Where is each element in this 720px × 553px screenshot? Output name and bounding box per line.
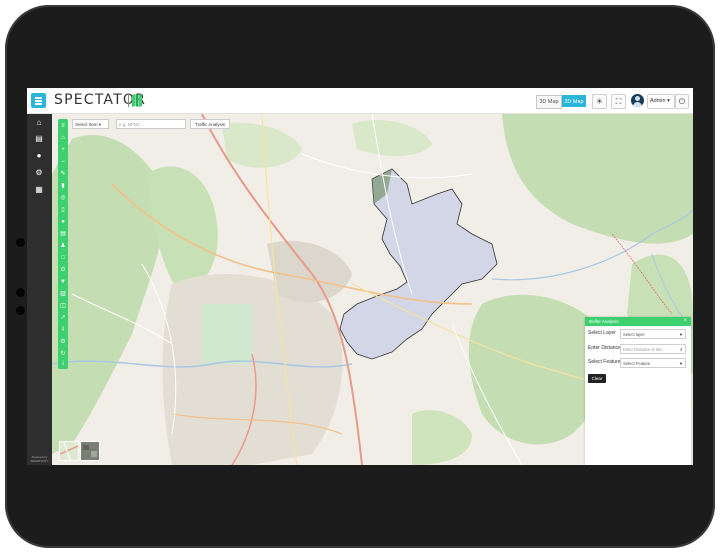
traffic-analysis-button[interactable]: Traffic Analysis — [190, 119, 230, 129]
stepper-icon[interactable]: ⇕ — [680, 345, 683, 355]
clear-button[interactable]: Clear — [588, 374, 606, 383]
analytics-icon[interactable]: ▦ — [34, 185, 44, 195]
view-2d-map-button[interactable]: 2D Map — [562, 95, 586, 107]
zoom-in-icon[interactable]: + — [59, 146, 67, 154]
buffer-analysis-title: Buffer Analysis — [589, 319, 619, 324]
zoom-out-icon[interactable]: − — [59, 158, 67, 166]
buffer-analysis-panel: Buffer Analysis × Select Layer Select la… — [585, 317, 691, 465]
left-sidebar: ⌂ ▤ ● ⚙ ▦ Powered by SMARTICITY — [27, 114, 52, 465]
identify-icon[interactable]: ● — [59, 218, 67, 226]
logo-divider — [128, 94, 129, 107]
map-tool-strip: ≡ ⌂ + − ✎ ▮ ◎ ▯ ● ▤ ♟ □ ⊙ ▼ ▥ ◫ ↗ ⇩ ⚙ ↻ … — [58, 119, 68, 369]
user-name: Admin — [650, 98, 666, 104]
select-feature-dropdown[interactable]: Select Feature ▼ — [620, 358, 686, 368]
settings-icon[interactable]: ⚙ — [34, 168, 44, 178]
export-icon[interactable]: ⇩ — [59, 326, 67, 334]
tablet-camera-dot — [16, 306, 25, 315]
logo-map-icon — [132, 94, 142, 107]
chevron-down-icon: ▼ — [679, 361, 683, 366]
select-layer-dropdown[interactable]: Select layer ▼ — [620, 329, 686, 339]
basemap-satellite-thumbnail[interactable] — [80, 441, 100, 461]
buffer-tool-icon[interactable]: ⊙ — [59, 266, 67, 274]
distance-input[interactable]: Enter Distance in Me... ⇕ — [620, 344, 686, 354]
select-item-label: Select Item — [75, 122, 98, 127]
report-icon[interactable]: ▤ — [34, 134, 44, 144]
print-icon[interactable]: ▯ — [59, 206, 67, 214]
fullscreen-icon[interactable]: ⛶ — [611, 94, 626, 109]
app-screen: SPECTATOR 3D Map 2D Map ☀ ⛶ Admin ▾ ⏻ ⌂ … — [27, 88, 693, 465]
close-icon[interactable]: × — [683, 317, 687, 326]
map-canvas[interactable]: ≡ ⌂ + − ✎ ▮ ◎ ▯ ● ▤ ♟ □ ⊙ ▼ ▥ ◫ ↗ ⇩ ⚙ ↻ … — [52, 114, 693, 465]
feature-tool-icon[interactable]: □ — [59, 254, 67, 262]
home-icon[interactable]: ⌂ — [34, 118, 44, 128]
view-3d-map-button[interactable]: 3D Map — [536, 95, 562, 109]
buffer-analysis-header: Buffer Analysis × — [585, 317, 691, 326]
user-avatar[interactable] — [631, 94, 644, 107]
select-layer-value: Select layer — [623, 332, 645, 337]
info-icon[interactable]: ● — [34, 151, 44, 161]
tablet-camera-dot — [16, 288, 25, 297]
hamburger-menu-button[interactable] — [31, 93, 46, 108]
distance-placeholder: Enter Distance in Me... — [623, 347, 666, 352]
map-search-input[interactable] — [116, 119, 186, 129]
filter-icon[interactable]: ▼ — [59, 278, 67, 286]
measure-icon[interactable]: ▮ — [59, 182, 67, 190]
info-tool-icon[interactable]: i — [59, 360, 67, 368]
brightness-icon[interactable]: ☀ — [592, 94, 607, 109]
home-extent-icon[interactable]: ⌂ — [59, 134, 67, 142]
draw-icon[interactable]: ✎ — [59, 170, 67, 178]
powered-by-footer: Powered by SMARTICITY — [30, 455, 49, 463]
basemap-street-thumbnail[interactable] — [59, 441, 79, 461]
select-item-dropdown[interactable]: Select Item ▾ — [72, 119, 109, 129]
distance-label: Enter Distance — [588, 345, 621, 351]
share-icon[interactable]: ↗ — [59, 314, 67, 322]
power-icon[interactable]: ⏻ — [675, 94, 689, 109]
select-layer-label: Select Layer — [588, 330, 616, 336]
tablet-camera-dot — [16, 238, 25, 247]
layers-icon[interactable]: ≡ — [59, 122, 67, 130]
overlay-icon[interactable]: ◫ — [59, 302, 67, 310]
user-dropdown[interactable]: Admin ▾ — [647, 94, 675, 109]
top-bar: SPECTATOR 3D Map 2D Map ☀ ⛶ Admin ▾ ⏻ — [27, 88, 693, 114]
settings-tool-icon[interactable]: ⚙ — [59, 338, 67, 346]
select-feature-label: Select Feature — [588, 359, 621, 365]
select-feature-value: Select Feature — [623, 361, 651, 366]
chart-icon[interactable]: ▥ — [59, 290, 67, 298]
document-icon[interactable]: ▤ — [59, 230, 67, 238]
user-tool-icon[interactable]: ♟ — [59, 242, 67, 250]
chevron-down-icon: ▼ — [679, 332, 683, 337]
locate-icon[interactable]: ◎ — [59, 194, 67, 202]
refresh-icon[interactable]: ↻ — [59, 350, 67, 358]
